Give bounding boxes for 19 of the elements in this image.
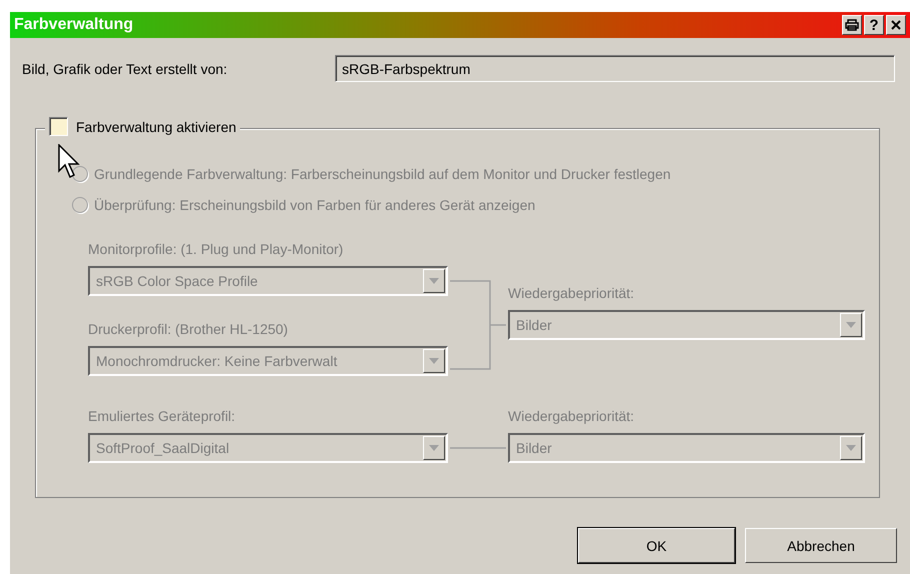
radio-label: Überprüfung: Erscheinungsbild von Farben für anderes Gerät anzeigen bbox=[94, 196, 536, 212]
cancel-button[interactable]: Abbrechen bbox=[745, 528, 897, 563]
rendering-intent-label: Wiedergabepriorität: bbox=[508, 284, 636, 303]
help-button[interactable]: ? bbox=[864, 15, 884, 35]
checkbox-label: Farbverwaltung aktivieren bbox=[76, 118, 236, 134]
radio-label: Grundlegende Farbverwaltung: Farberscheinungsbild auf dem Monitor und Drucker festlegen bbox=[94, 166, 671, 182]
mouse-pointer-icon bbox=[58, 144, 82, 180]
rendering-intent-label: Wiedergabepriorität: bbox=[508, 407, 636, 426]
emulated-profile-label: Emuliertes Geräteprofil: bbox=[88, 407, 236, 426]
printer-profile-label: Druckerprofil: (Brother HL-1250) bbox=[88, 320, 289, 339]
window-title: Farbverwaltung bbox=[14, 16, 134, 34]
source-field: sRGB-Farbspektrum bbox=[335, 55, 895, 82]
source-label: Bild, Grafik oder Text erstellt von: bbox=[22, 60, 228, 76]
monitor-profile-label: Monitorprofile: (1. Plug und Play-Monitor) bbox=[88, 240, 344, 259]
printer-icon[interactable] bbox=[842, 15, 862, 35]
close-icon bbox=[891, 20, 901, 30]
ok-button[interactable]: OK bbox=[578, 528, 735, 563]
connector-line bbox=[450, 447, 506, 449]
close-button[interactable] bbox=[886, 15, 906, 35]
